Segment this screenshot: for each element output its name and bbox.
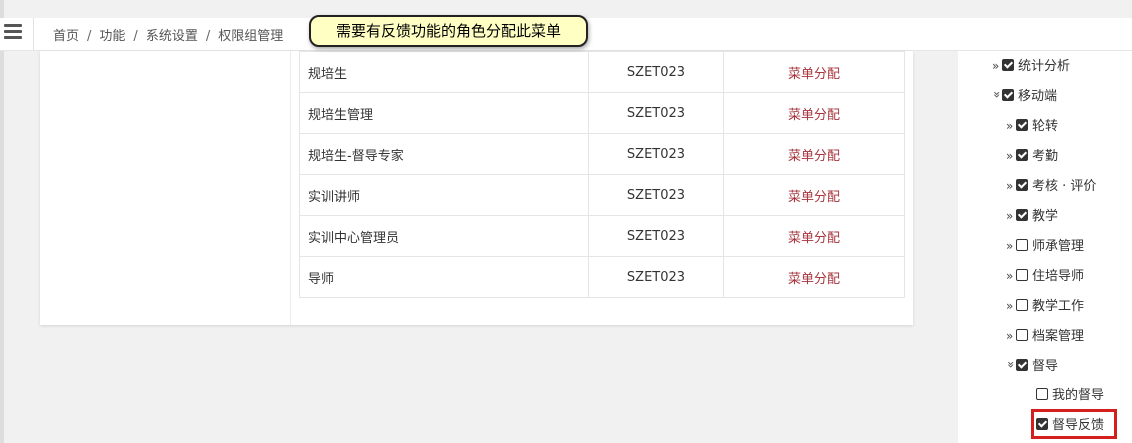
highlight-box — [1031, 409, 1117, 439]
role-name: 规培生-督导专家 — [299, 133, 589, 175]
tree-item-label[interactable]: 统计分析 — [1018, 59, 1070, 74]
tree-item-assessment: » 考核 · 评价 — [1006, 176, 1096, 196]
expand-toggle-icon[interactable]: » — [1006, 236, 1016, 256]
tree-item-rotation: » 轮转 — [1006, 116, 1058, 136]
breadcrumb-home[interactable]: 首页 — [53, 25, 79, 44]
expand-toggle-icon[interactable]: » — [1006, 266, 1016, 286]
role-name: 导师 — [299, 256, 589, 298]
role-code: SZET023 — [588, 51, 724, 93]
tree-item-label[interactable]: 我的督导 — [1052, 388, 1104, 403]
role-table: 规培生 SZET023 菜单分配 规培生管理 SZET023 菜单分配 规培生-… — [299, 51, 905, 298]
expand-toggle-icon[interactable]: » — [1006, 176, 1016, 196]
checkbox-unchecked-icon[interactable] — [1016, 329, 1028, 341]
table-row: 实训中心管理员 SZET023 菜单分配 — [299, 215, 905, 257]
menu-assign-link[interactable]: 菜单分配 — [723, 92, 905, 134]
tree-item-label[interactable]: 移动端 — [1018, 89, 1057, 104]
tree-item-label[interactable]: 档案管理 — [1032, 329, 1084, 344]
tree-item-label[interactable]: 考勤 — [1032, 149, 1058, 164]
tree-item-supervision: » 督导 — [1004, 356, 1058, 376]
tree-item-mentorship: » 师承管理 — [1006, 236, 1084, 256]
checkbox-checked-icon[interactable] — [1016, 149, 1028, 161]
topbar-divider — [33, 18, 34, 50]
checkbox-checked-icon[interactable] — [1016, 359, 1028, 371]
checkbox-checked-icon[interactable] — [1016, 179, 1028, 191]
breadcrumb-system-settings[interactable]: 系统设置 — [146, 25, 198, 44]
expand-toggle-icon[interactable]: » — [1006, 146, 1016, 166]
hamburger-menu-icon[interactable] — [4, 24, 22, 40]
tree-item-label[interactable]: 教学工作 — [1032, 299, 1084, 314]
breadcrumb-separator: / — [205, 29, 211, 44]
expand-toggle-icon[interactable]: » — [1006, 116, 1016, 136]
role-code: SZET023 — [588, 174, 724, 216]
table-row: 导师 SZET023 菜单分配 — [299, 256, 905, 298]
checkbox-checked-icon[interactable] — [1002, 59, 1014, 71]
menu-assign-link[interactable]: 菜单分配 — [723, 51, 905, 93]
table-row: 规培生管理 SZET023 菜单分配 — [299, 92, 905, 134]
panel-left-column — [40, 51, 291, 325]
tree-item-label[interactable]: 教学 — [1032, 209, 1058, 224]
tree-item-statistics: » 统计分析 — [992, 56, 1070, 76]
tree-item-label[interactable]: 住培导师 — [1032, 269, 1084, 284]
role-name: 规培生 — [299, 51, 589, 93]
tree-item-mobile: » 移动端 — [990, 86, 1057, 106]
tree-item-archive: » 档案管理 — [1006, 326, 1084, 346]
expand-toggle-icon[interactable]: » — [1006, 296, 1016, 316]
role-code: SZET023 — [588, 133, 724, 175]
breadcrumb-function[interactable]: 功能 — [99, 25, 125, 44]
breadcrumb-separator: / — [87, 29, 92, 44]
checkbox-unchecked-icon[interactable] — [1036, 388, 1048, 400]
annotation-callout: 需要有反馈功能的角色分配此菜单 — [309, 15, 588, 47]
menu-assign-link[interactable]: 菜单分配 — [723, 256, 905, 298]
expand-toggle-icon[interactable]: » — [992, 56, 1002, 76]
role-name: 实训讲师 — [299, 174, 589, 216]
role-code: SZET023 — [588, 256, 724, 298]
tree-item-attendance: » 考勤 — [1006, 146, 1058, 166]
tree-item-teaching: » 教学 — [1006, 206, 1058, 226]
expand-toggle-icon[interactable]: » — [1006, 326, 1016, 346]
role-name: 规培生管理 — [299, 92, 589, 134]
role-code: SZET023 — [588, 215, 724, 257]
role-code: SZET023 — [588, 92, 724, 134]
menu-assign-link[interactable]: 菜单分配 — [723, 133, 905, 175]
checkbox-unchecked-icon[interactable] — [1016, 299, 1028, 311]
table-row: 规培生-督导专家 SZET023 菜单分配 — [299, 133, 905, 175]
tree-item-label[interactable]: 考核 · 评价 — [1032, 179, 1096, 194]
menu-assign-link[interactable]: 菜单分配 — [723, 174, 905, 216]
breadcrumb-separator: / — [133, 29, 138, 44]
checkbox-unchecked-icon[interactable] — [1016, 239, 1028, 251]
tree-item-teaching-work: » 教学工作 — [1006, 296, 1084, 316]
breadcrumb-permission-group: 权限组管理 — [218, 29, 284, 44]
checkbox-checked-icon[interactable] — [1016, 119, 1028, 131]
tree-item-my-supervision: 我的督导 — [1036, 386, 1104, 406]
left-edge-strip — [0, 0, 4, 443]
role-name: 实训中心管理员 — [299, 215, 589, 257]
checkbox-unchecked-icon[interactable] — [1016, 269, 1028, 281]
tree-item-label[interactable]: 轮转 — [1032, 119, 1058, 134]
tree-item-label[interactable]: 师承管理 — [1032, 239, 1084, 254]
breadcrumb: 首页 / 功能 / 系统设置 / 权限组管理 — [53, 25, 283, 44]
checkbox-checked-icon[interactable] — [1016, 209, 1028, 221]
expand-toggle-icon[interactable]: » — [1006, 206, 1016, 226]
role-list-panel: 规培生 SZET023 菜单分配 规培生管理 SZET023 菜单分配 规培生-… — [40, 51, 913, 325]
table-row: 实训讲师 SZET023 菜单分配 — [299, 174, 905, 216]
checkbox-checked-icon[interactable] — [1002, 89, 1014, 101]
menu-assign-link[interactable]: 菜单分配 — [723, 215, 905, 257]
tree-item-label[interactable]: 督导 — [1032, 359, 1058, 374]
tree-item-resident-mentor: » 住培导师 — [1006, 266, 1084, 286]
table-row: 规培生 SZET023 菜单分配 — [299, 51, 905, 93]
